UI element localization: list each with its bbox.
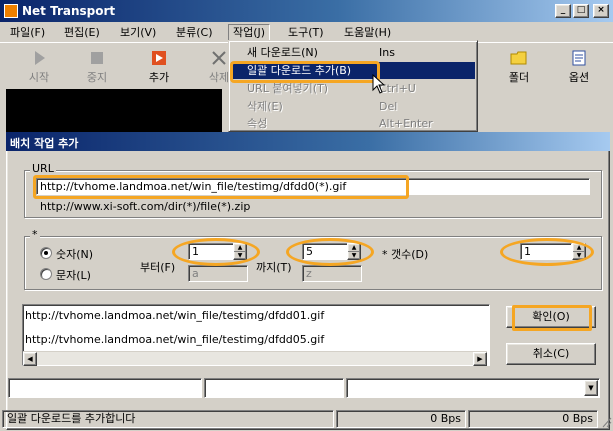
to-number-spinner[interactable]: ▲ ▼ xyxy=(347,243,361,260)
info-panel-1 xyxy=(8,378,202,398)
category-panel xyxy=(6,89,222,133)
delete-icon xyxy=(212,51,226,65)
toolbar-add-button[interactable]: 추가 xyxy=(136,47,182,87)
toolbar-folder-button[interactable]: 폴더 xyxy=(496,47,542,87)
info-panel-3: ▼ xyxy=(346,378,600,398)
toolbar-start-label: 시작 xyxy=(28,71,50,84)
url-input[interactable]: http://tvhome.landmoa.net/win_file/testi… xyxy=(36,178,590,195)
from-letter-input[interactable]: a xyxy=(188,265,248,282)
url-group-label: URL xyxy=(30,162,56,175)
wildcard-group-label: * xyxy=(30,228,40,241)
menu-item-batch-download[interactable]: 일괄 다운로드 추가(B) xyxy=(231,62,475,79)
url-example: http://www.xi-soft.com/dir(*)/file(*).zi… xyxy=(40,200,251,213)
menu-edit[interactable]: 편집(E) xyxy=(60,24,104,41)
list-item[interactable]: http://tvhome.landmoa.net/win_file/testi… xyxy=(25,309,324,322)
menu-item-delete[interactable]: 삭제(E) Del xyxy=(231,98,475,115)
menu-item-label: 삭제(E) xyxy=(247,100,283,113)
radio-number[interactable] xyxy=(40,247,52,259)
menu-item-shortcut: Del xyxy=(379,100,398,113)
chevron-down-icon[interactable]: ▼ xyxy=(584,380,598,396)
status-message: 일괄 다운로드를 추가합니다 xyxy=(2,410,334,428)
toolbar-stop-button[interactable]: 중지 xyxy=(74,47,120,87)
menu-view[interactable]: 보기(V) xyxy=(116,24,160,41)
toolbar-options-label: 옵션 xyxy=(568,71,590,84)
window-title: Net Transport xyxy=(22,4,116,18)
info-panel-2 xyxy=(204,378,344,398)
radio-letter[interactable] xyxy=(40,268,52,280)
menu-category[interactable]: 분류(C) xyxy=(172,24,217,41)
cancel-button[interactable]: 취소(C) xyxy=(506,343,596,365)
window-titlebar[interactable]: Net Transport _ □ × xyxy=(0,0,613,22)
folder-icon xyxy=(510,51,527,65)
statusbar: 일괄 다운로드를 추가합니다 0 Bps 0 Bps xyxy=(0,408,613,430)
mouse-cursor-icon xyxy=(372,74,386,94)
results-list[interactable]: http://tvhome.landmoa.net/win_file/testi… xyxy=(22,304,490,366)
from-number-spinner[interactable]: ▲ ▼ xyxy=(233,243,247,260)
menubar: 파일(F) 편집(E) 보기(V) 분류(C) 작업(J) 도구(T) 도움말(… xyxy=(0,22,613,42)
ok-button[interactable]: 확인(O) xyxy=(506,306,596,328)
maximize-button[interactable]: □ xyxy=(573,4,589,18)
list-item[interactable]: http://tvhome.landmoa.net/win_file/testi… xyxy=(25,333,324,346)
menu-item-shortcut: Alt+Enter xyxy=(379,117,433,130)
menu-item-shortcut: Ins xyxy=(379,46,395,59)
to-number-input[interactable]: 5 xyxy=(302,243,348,260)
menu-item-properties[interactable]: 속성 Alt+Enter xyxy=(231,115,475,132)
status-speed-down: 0 Bps xyxy=(336,410,466,428)
scroll-right-icon[interactable]: ▶ xyxy=(473,352,487,366)
toolbar-add-label: 추가 xyxy=(148,71,170,84)
scroll-left-icon[interactable]: ◀ xyxy=(23,352,37,366)
dialog-titlebar[interactable]: 배치 작업 추가 xyxy=(6,132,610,151)
menu-item-label: URL 붙여넣기(T) xyxy=(247,82,329,95)
minimize-button[interactable]: _ xyxy=(555,4,571,18)
close-button[interactable]: × xyxy=(593,4,609,18)
status-speed-up: 0 Bps xyxy=(468,410,598,428)
side-strip xyxy=(600,86,613,132)
radio-number-label: 숫자(N) xyxy=(56,248,94,261)
menu-item-label: 새 다운로드(N) xyxy=(247,46,318,59)
toolbar-options-button[interactable]: 옵션 xyxy=(556,47,602,87)
to-label: 까지(T) xyxy=(256,261,292,274)
toolbar-folder-label: 폴더 xyxy=(508,71,530,84)
resize-grip-icon[interactable] xyxy=(600,414,612,428)
toolbar-start-button[interactable]: 시작 xyxy=(16,47,62,87)
menu-job[interactable]: 작업(J) xyxy=(228,24,271,41)
from-number-input[interactable]: 1 xyxy=(188,243,234,260)
radio-letter-label: 문자(L) xyxy=(56,269,91,282)
menu-file[interactable]: 파일(F) xyxy=(6,24,49,41)
app-icon xyxy=(4,4,18,18)
menu-item-paste-url[interactable]: URL 붙여넣기(T) Ctrl+U xyxy=(231,80,475,97)
from-label: 부터(F) xyxy=(140,261,176,274)
count-spinner[interactable]: ▲ ▼ xyxy=(572,243,586,260)
count-input[interactable]: 1 xyxy=(520,243,572,260)
to-letter-input[interactable]: z xyxy=(302,265,362,282)
menu-tools[interactable]: 도구(T) xyxy=(284,24,328,41)
add-icon xyxy=(152,51,166,65)
menu-item-label: 속성 xyxy=(247,117,268,130)
toolbar-delete-label: 삭제 xyxy=(208,71,230,84)
results-hscrollbar[interactable]: ◀ ▶ xyxy=(23,351,487,366)
count-label: * 갯수(D) xyxy=(382,248,429,261)
toolbar-stop-label: 중지 xyxy=(86,71,108,84)
options-icon xyxy=(572,50,586,66)
play-icon xyxy=(35,51,45,65)
menu-help[interactable]: 도움말(H) xyxy=(340,24,395,41)
stop-icon xyxy=(91,52,103,64)
menu-item-label: 일괄 다운로드 추가(B) xyxy=(247,64,352,77)
menu-item-new-download[interactable]: 새 다운로드(N) Ins xyxy=(231,44,475,61)
job-menu-dropdown: 새 다운로드(N) Ins 일괄 다운로드 추가(B) URL 붙여넣기(T) … xyxy=(228,40,478,132)
dialog-title: 배치 작업 추가 xyxy=(10,137,79,150)
